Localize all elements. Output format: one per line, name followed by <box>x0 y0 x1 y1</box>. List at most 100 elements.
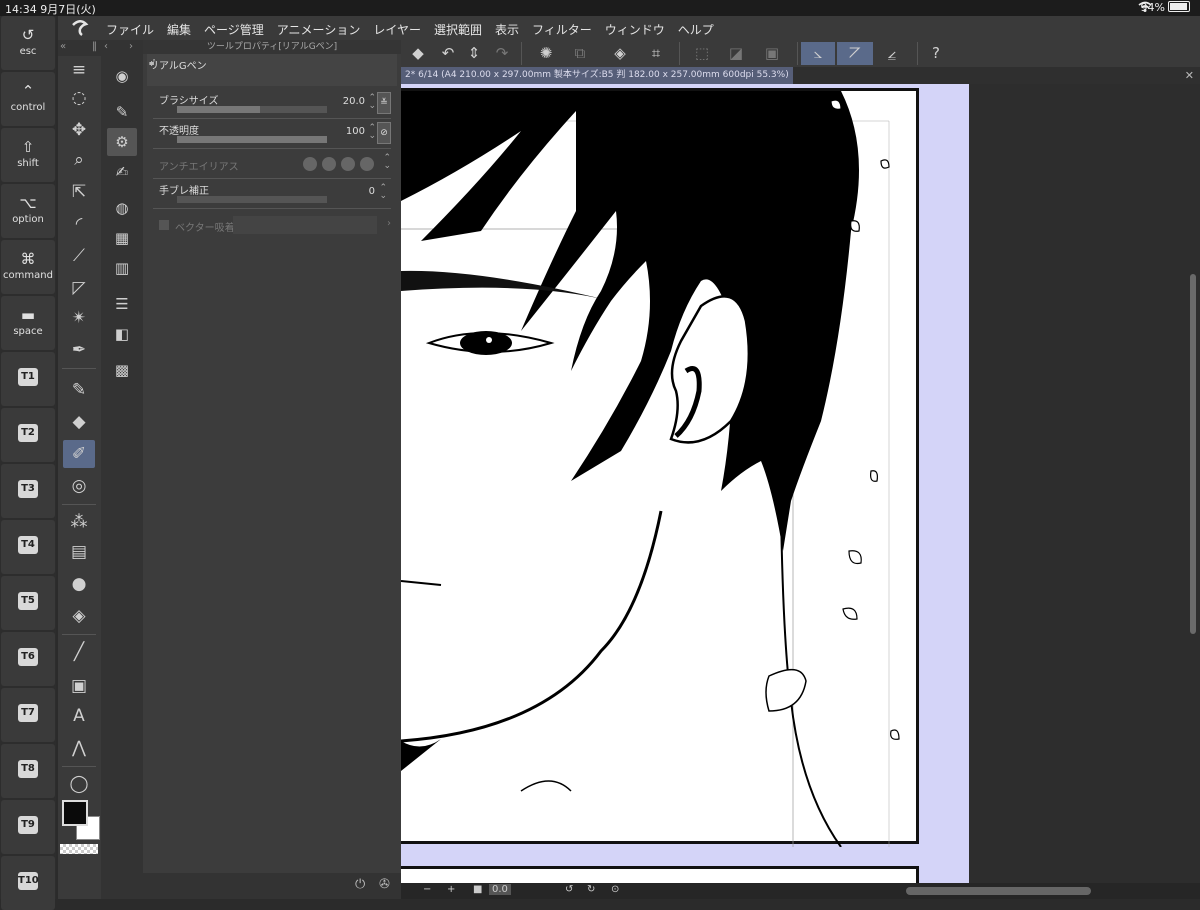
vertical-scrollbar[interactable] <box>1190 274 1196 634</box>
lasso-tool-icon[interactable]: ◌ <box>63 84 95 112</box>
stepper-icon[interactable]: ◆ <box>405 42 431 65</box>
rotate-tool-icon[interactable]: ◜ <box>63 210 95 238</box>
object-tool-icon[interactable]: ⇱ <box>63 178 95 206</box>
antialias-none-icon[interactable] <box>303 157 317 171</box>
menu-list-icon[interactable]: ≡ <box>63 56 95 84</box>
menu-item[interactable]: 編集 <box>167 21 191 38</box>
rotate-left-icon[interactable]: ↺ <box>565 884 573 895</box>
zoom-tool-icon[interactable]: ⌕ <box>63 146 95 174</box>
antialias-weak-icon[interactable] <box>322 157 336 171</box>
grip-icon[interactable]: ‖ <box>92 41 97 52</box>
undo-icon[interactable]: ↶ <box>435 42 461 65</box>
menu-item[interactable]: ページ管理 <box>204 21 264 38</box>
crop-icon[interactable]: ▣ <box>759 42 785 65</box>
initial-settings-icon[interactable]: ⏻ <box>355 877 365 892</box>
shortcut-key-t4[interactable]: T4 <box>1 520 55 574</box>
pen-tool-icon[interactable]: ✐ <box>63 440 95 468</box>
key-esc[interactable]: ↺ esc <box>1 16 55 70</box>
fill-icon[interactable]: ◈ <box>607 42 633 65</box>
correct-line-tool-icon[interactable]: ⋀ <box>63 734 95 762</box>
menu-item[interactable]: ウィンドウ <box>605 21 665 38</box>
reset-rotation-icon[interactable]: ⊙ <box>611 884 619 895</box>
transparent-color-swatch[interactable] <box>60 844 98 854</box>
menu-item[interactable]: 選択範囲 <box>434 21 482 38</box>
ruler-tool-icon[interactable]: ◸ <box>63 274 95 302</box>
gradient-tool-icon[interactable]: ▣ <box>63 672 95 700</box>
brush-size-value[interactable]: 20.0 <box>343 96 365 107</box>
menu-item[interactable]: レイヤー <box>373 21 421 38</box>
material-icon[interactable]: ▩ <box>107 356 137 384</box>
fill-tool-icon[interactable]: ◈ <box>63 602 95 630</box>
shortcut-key-t2[interactable]: T2 <box>1 408 55 462</box>
decoration-tool-icon[interactable]: ◎ <box>63 472 95 500</box>
key-control[interactable]: ⌃ control <box>1 72 55 126</box>
redo-icon[interactable]: ↷ <box>489 42 515 65</box>
history-stepper-icon[interactable]: ⇕ <box>461 42 487 65</box>
antialias-stepper-icon[interactable]: ⌃ ⌄ <box>383 154 391 171</box>
menu-item[interactable]: ファイル <box>106 21 154 38</box>
opacity-settings-button[interactable]: ⊘ <box>377 122 391 144</box>
deselect-icon[interactable]: ⬚ <box>689 42 715 65</box>
pencil-tool-icon[interactable]: ✎ <box>63 376 95 404</box>
expand-arrows-icon[interactable]: › <box>129 41 133 52</box>
stop-icon[interactable]: ■ <box>473 884 482 895</box>
opacity-slider[interactable] <box>177 136 327 143</box>
tool-property-icon[interactable]: ⚙ <box>107 128 137 156</box>
key-space[interactable]: ▬ space <box>1 296 55 350</box>
invert-selection-icon[interactable]: ◪ <box>723 42 749 65</box>
zoom-in-button[interactable]: + <box>447 884 455 895</box>
zoom-out-button[interactable]: − <box>423 884 431 895</box>
move-tool-icon[interactable]: ✥ <box>63 116 95 144</box>
pen-nib-tool-icon[interactable]: ✒ <box>63 336 95 364</box>
menu-item[interactable]: アニメーション <box>277 21 361 38</box>
zoom-input[interactable]: 0.0 <box>489 884 511 895</box>
airbrush-tool-icon[interactable]: ⁂ <box>63 508 95 536</box>
wrench-icon[interactable]: ✇ <box>379 877 390 892</box>
color-wheel-icon[interactable]: ◍ <box>107 194 137 222</box>
timeline-icon[interactable]: ▥ <box>107 254 137 282</box>
lock-icon[interactable]: 🔓︎ <box>149 57 391 68</box>
rotate-right-icon[interactable]: ↻ <box>587 884 595 895</box>
color-set-icon[interactable]: ▦ <box>107 224 137 252</box>
antialias-options[interactable] <box>303 157 374 171</box>
balloon-tool-icon[interactable]: ◯ <box>63 770 95 798</box>
app-logo-icon[interactable] <box>70 19 90 37</box>
key-option[interactable]: ⌥ option <box>1 184 55 238</box>
transform-icon[interactable]: ⌗ <box>643 42 669 65</box>
navigator-icon[interactable]: ◉ <box>107 62 137 90</box>
eyedropper-tool-icon[interactable]: ⟋ <box>63 242 95 270</box>
horizontal-scrollbar[interactable] <box>906 887 1091 895</box>
antialias-medium-icon[interactable] <box>341 157 355 171</box>
brush-shape-icon[interactable]: ✍ <box>107 158 137 186</box>
shortcut-key-t8[interactable]: T8 <box>1 744 55 798</box>
watercolor-tool-icon[interactable]: ● <box>63 570 95 598</box>
menu-item[interactable]: フィルター <box>532 21 592 38</box>
help-icon[interactable]: ? <box>923 42 949 65</box>
key-command[interactable]: ⌘ command <box>1 240 55 294</box>
snap-ruler-icon[interactable]: ⦣ <box>801 42 835 65</box>
canvas-area[interactable] <box>401 84 1200 883</box>
chevron-right-icon[interactable]: › <box>387 218 391 229</box>
collapse-arrows-icon[interactable]: « <box>60 41 66 52</box>
foreground-color-swatch[interactable] <box>62 800 88 826</box>
stabilization-value[interactable]: 0 <box>369 186 375 197</box>
shortcut-key-t3[interactable]: T3 <box>1 464 55 518</box>
shortcut-key-t1[interactable]: T1 <box>1 352 55 406</box>
key-shift[interactable]: ⇧ shift <box>1 128 55 182</box>
shortcut-key-t6[interactable]: T6 <box>1 632 55 686</box>
vector-snap-options[interactable] <box>233 216 377 234</box>
shortcut-key-t10[interactable]: T10 <box>1 856 55 910</box>
stabilization-stepper-icon[interactable]: ⌃ ⌄ <box>379 184 387 201</box>
menu-item[interactable]: 表示 <box>495 21 519 38</box>
loading-icon[interactable]: ✺ <box>533 42 559 65</box>
shortcut-key-t9[interactable]: T9 <box>1 800 55 854</box>
menu-item[interactable]: ヘルプ <box>678 21 714 38</box>
stabilization-slider[interactable] <box>177 196 327 203</box>
opacity-stepper-icon[interactable]: ⌃ ⌄ <box>368 124 376 141</box>
text-tool-icon[interactable]: A <box>63 702 95 730</box>
next-page[interactable] <box>401 866 919 883</box>
pressure-settings-button[interactable]: ≚ <box>377 92 391 114</box>
clear-icon[interactable]: ⧉ <box>567 42 593 65</box>
snap-special-ruler-icon[interactable]: ⦢ <box>837 42 873 65</box>
close-icon[interactable]: ✕ <box>1185 67 1194 84</box>
